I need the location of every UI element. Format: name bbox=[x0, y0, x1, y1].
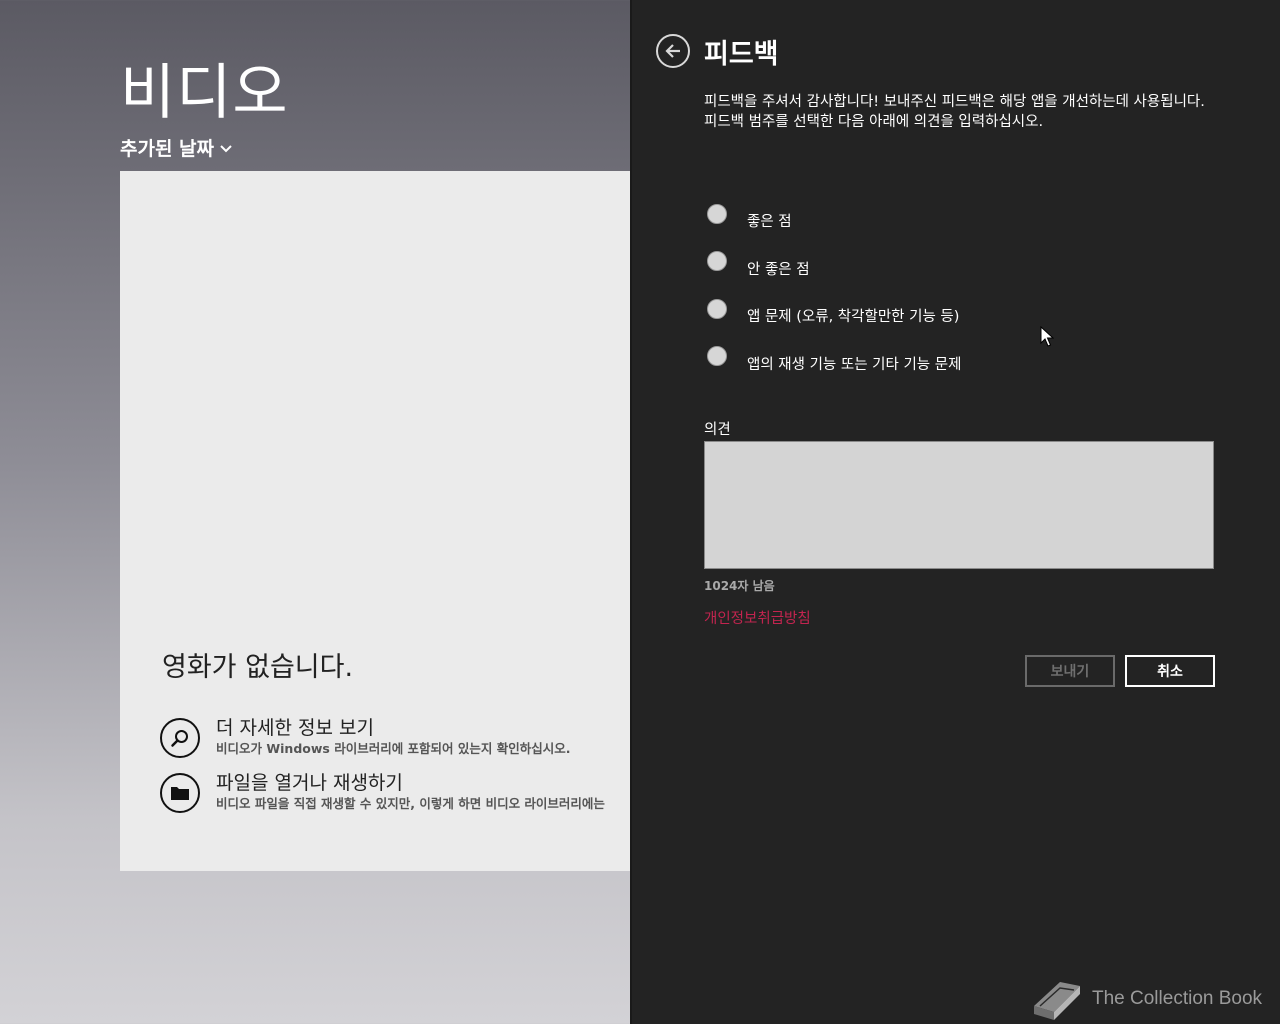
radio-label: 앱 문제 (오류, 착각할만한 기능 등) bbox=[747, 309, 960, 326]
comment-label: 의견 bbox=[704, 422, 731, 438]
category-option-playback-problem[interactable]: 앱의 재생 기능 또는 기타 기능 문제 bbox=[704, 337, 961, 385]
more-info-title: 더 자세한 정보 보기 bbox=[216, 717, 374, 739]
category-option-bad[interactable]: 안 좋은 점 bbox=[704, 242, 961, 290]
folder-icon bbox=[160, 773, 200, 813]
radio-label: 안 좋은 점 bbox=[747, 261, 810, 278]
app-title: 비디오 bbox=[120, 58, 289, 128]
radio-button[interactable] bbox=[707, 298, 727, 319]
open-file-title: 파일을 열거나 재생하기 bbox=[216, 772, 403, 794]
privacy-policy-link[interactable]: 개인정보취급방침 bbox=[704, 607, 811, 628]
radio-label: 좋은 점 bbox=[747, 214, 792, 231]
radio-button[interactable] bbox=[707, 251, 727, 272]
radio-label: 앱의 재생 기능 또는 기타 기능 문제 bbox=[747, 356, 962, 373]
more-info-action[interactable]: 더 자세한 정보 보기 비디오가 Windows 라이브러리에 포함되어 있는지… bbox=[160, 716, 571, 758]
intro-line-2: 피드백 범주를 선택한 다음 아래에 의견을 입력하십시오. bbox=[704, 114, 1044, 130]
watermark: The Collection Book bbox=[1030, 976, 1262, 1022]
empty-state-title: 영화가 없습니다. bbox=[162, 652, 354, 683]
book-icon bbox=[1034, 982, 1080, 1020]
char-count: 1024자 남음 bbox=[704, 579, 775, 593]
back-button[interactable] bbox=[656, 34, 690, 68]
feedback-intro: 피드백을 주셔서 감사합니다! 보내주신 피드백은 해당 앱을 개선하는데 사용… bbox=[704, 92, 1224, 132]
back-arrow-icon bbox=[665, 44, 680, 58]
intro-line-1: 피드백을 주셔서 감사합니다! 보내주신 피드백은 해당 앱을 개선하는데 사용… bbox=[704, 94, 1205, 110]
mouse-cursor-icon bbox=[1040, 326, 1054, 347]
more-info-subtitle: 비디오가 Windows 라이브러리에 포함되어 있는지 확인하십시오. bbox=[216, 741, 571, 756]
send-button[interactable]: 보내기 bbox=[1025, 655, 1115, 687]
cancel-button[interactable]: 취소 bbox=[1125, 655, 1215, 687]
flyout-title: 피드백 bbox=[704, 39, 779, 70]
sort-label: 추가된 날짜 bbox=[120, 138, 215, 160]
open-file-subtitle: 비디오 파일을 직접 재생할 수 있지만, 이렇게 하면 비디오 라이브러리에는 bbox=[216, 796, 605, 811]
category-option-app-problem[interactable]: 앱 문제 (오류, 착각할만한 기능 등) bbox=[704, 289, 961, 337]
category-radio-group: 좋은 점 안 좋은 점 앱 문제 (오류, 착각할만한 기능 등) 앱의 재생 … bbox=[704, 194, 961, 384]
comment-textarea[interactable] bbox=[704, 441, 1214, 569]
radio-button[interactable] bbox=[707, 203, 727, 224]
watermark-text: The Collection Book bbox=[1092, 988, 1263, 1009]
sort-dropdown[interactable]: 추가된 날짜 bbox=[120, 134, 232, 161]
open-file-action[interactable]: 파일을 열거나 재생하기 비디오 파일을 직접 재생할 수 있지만, 이렇게 하… bbox=[160, 771, 605, 813]
chevron-down-icon bbox=[220, 145, 232, 153]
content-panel: 영화가 없습니다. 더 자세한 정보 보기 비디오가 Windows 라이브러리… bbox=[120, 171, 630, 871]
feedback-flyout: 피드백 피드백을 주셔서 감사합니다! 보내주신 피드백은 해당 앱을 개선하는… bbox=[630, 0, 1280, 1024]
search-icon bbox=[160, 718, 200, 758]
radio-button[interactable] bbox=[707, 346, 727, 367]
category-option-good[interactable]: 좋은 점 bbox=[704, 194, 961, 242]
